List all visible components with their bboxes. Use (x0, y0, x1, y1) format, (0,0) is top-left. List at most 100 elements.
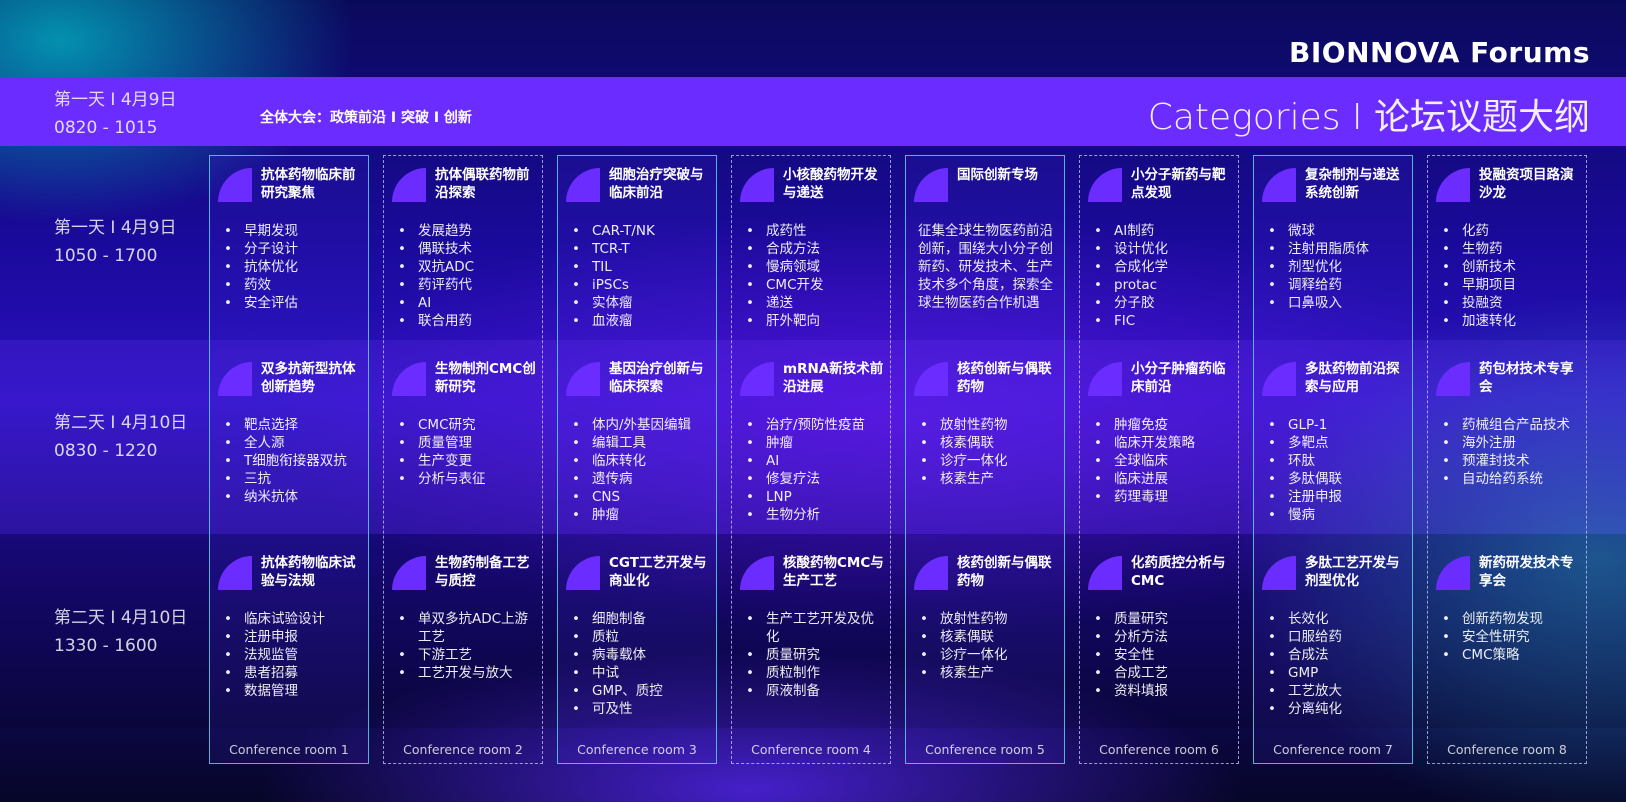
topic-item: 诊疗一体化 (914, 452, 1060, 470)
topic-item: 设计优化 (1088, 240, 1234, 258)
topic-list: CMC研究质量管理生产变更分析与表征 (392, 416, 538, 488)
topic-item: T细胞衔接器双抗 (218, 452, 364, 470)
row3-day: 第二天 I 4月10日 (54, 608, 188, 628)
quarter-circle-icon (740, 556, 774, 590)
session-cell: 抗体药物临床前研究聚焦早期发现分子设计抗体优化药效安全评估 (210, 156, 368, 350)
topic-item: 创新技术 (1436, 258, 1582, 276)
topic-list: 创新药物发现安全性研究CMC策略 (1436, 610, 1582, 664)
quarter-circle-icon (1088, 556, 1122, 590)
topic-item: 分离纯化 (1262, 700, 1408, 718)
plenary-day: 第一天 I 4月9日 (54, 90, 177, 110)
session-cell: 核酸药物CMC与生产工艺生产工艺开发及优化质量研究质粒制作原液制备 (732, 544, 890, 738)
quarter-circle-icon (914, 556, 948, 590)
topic-item: 生物分析 (740, 506, 886, 524)
topic-list: 细胞制备质粒病毒载体中试GMP、质控可及性 (566, 610, 712, 718)
row3-time: 1330 - 1600 (54, 636, 158, 656)
topic-item: 安全评估 (218, 294, 364, 312)
topic-item: 剂型优化 (1262, 258, 1408, 276)
session-header: 小分子新药与靶点发现 (1088, 166, 1234, 206)
topic-list: 药械组合产品技术海外注册预灌封技术自动给药系统 (1436, 416, 1582, 488)
topic-item: 海外注册 (1436, 434, 1582, 452)
topic-item: 调释给药 (1262, 276, 1408, 294)
session-cell: 国际创新专场 征集全球生物医药前沿创新，围绕大小分子创新药、研发技术、生产技术多个… (906, 156, 1064, 350)
topic-item: GMP、质控 (566, 682, 712, 700)
session-title: mRNA新技术前沿进展 (783, 361, 884, 395)
session-cell: 多肽药物前沿探索与应用 GLP-1多靶点环肽多肽偶联注册申报慢病 (1254, 350, 1412, 544)
session-cell: 多肽工艺开发与剂型优化长效化口服给药合成法GMP工艺放大分离纯化 (1254, 544, 1412, 738)
session-title: 生物药制备工艺与质控 (435, 555, 530, 589)
quarter-circle-icon (218, 362, 252, 396)
quarter-circle-icon (566, 556, 600, 590)
session-cell: 药包材技术专享会药械组合产品技术海外注册预灌封技术自动给药系统 (1428, 350, 1586, 544)
session-title: 化药质控分析与CMC (1131, 555, 1226, 589)
quarter-circle-icon (218, 168, 252, 202)
topic-item: 慢病 (1262, 506, 1408, 524)
session-cell: 投融资项目路演沙龙化药生物药创新技术早期项目投融资加速转化 (1428, 156, 1586, 350)
topic-item: 环肽 (1262, 452, 1408, 470)
column-room-1: 抗体药物临床前研究聚焦早期发现分子设计抗体优化药效安全评估双多抗新型抗体创新趋势… (209, 155, 369, 764)
topic-item: 临床转化 (566, 452, 712, 470)
topic-list: 体内/外基因编辑编辑工具临床转化遗传病CNS肿瘤 (566, 416, 712, 524)
topic-item: 临床试验设计 (218, 610, 364, 628)
topic-list: 质量研究分析方法安全性合成工艺资料填报 (1088, 610, 1234, 700)
quarter-circle-icon (566, 362, 600, 396)
topic-item: 全球临床 (1088, 452, 1234, 470)
session-header: mRNA新技术前沿进展 (740, 360, 886, 400)
topic-item: GMP (1262, 664, 1408, 682)
row1-day: 第一天 I 4月9日 (54, 218, 177, 238)
topic-item: 生物药 (1436, 240, 1582, 258)
topic-item: 放射性药物 (914, 416, 1060, 434)
quarter-circle-icon (392, 168, 426, 202)
session-title: 细胞治疗突破与临床前沿 (609, 167, 704, 201)
topic-item: 可及性 (566, 700, 712, 718)
session-cell: 核药创新与偶联药物放射性药物核素偶联诊疗一体化核素生产 (906, 350, 1064, 544)
topic-item: 质粒 (566, 628, 712, 646)
topic-item: 分析方法 (1088, 628, 1234, 646)
conference-room-label: Conference room 3 (577, 742, 697, 757)
topic-item: 偶联技术 (392, 240, 538, 258)
topic-item: 临床开发策略 (1088, 434, 1234, 452)
topic-item: 成药性 (740, 222, 886, 240)
topic-item: 联合用药 (392, 312, 538, 330)
topic-list: 靶点选择全人源T细胞衔接器双抗三抗纳米抗体 (218, 416, 364, 506)
session-title: 复杂制剂与递送系统创新 (1305, 167, 1400, 201)
topic-item: 资料填报 (1088, 682, 1234, 700)
topic-item: 纳米抗体 (218, 488, 364, 506)
topic-item: 药效 (218, 276, 364, 294)
conference-room-label: Conference room 5 (925, 742, 1045, 757)
topic-item: 编辑工具 (566, 434, 712, 452)
session-title: 小分子肿瘤药临床前沿 (1131, 361, 1226, 395)
topic-item: 遗传病 (566, 470, 712, 488)
topic-item: protac (1088, 276, 1234, 294)
topic-item: 质量研究 (740, 646, 886, 664)
quarter-circle-icon (566, 168, 600, 202)
topic-item: 合成工艺 (1088, 664, 1234, 682)
topic-list: 放射性药物核素偶联诊疗一体化核素生产 (914, 416, 1060, 488)
topic-item: 长效化 (1262, 610, 1408, 628)
quarter-circle-icon (914, 362, 948, 396)
topic-item: 单双多抗ADC上游工艺 (392, 610, 538, 646)
session-header: 投融资项目路演沙龙 (1436, 166, 1582, 206)
topic-item: 微球 (1262, 222, 1408, 240)
session-cell: 生物制剂CMC创新研究 CMC研究质量管理生产变更分析与表征 (384, 350, 542, 544)
quarter-circle-icon (1088, 168, 1122, 202)
session-header: 小分子肿瘤药临床前沿 (1088, 360, 1234, 400)
topic-item: CMC研究 (392, 416, 538, 434)
quarter-circle-icon (914, 168, 948, 202)
topic-item: 工艺开发与放大 (392, 664, 538, 682)
topic-list: 早期发现分子设计抗体优化药效安全评估 (218, 222, 364, 312)
quarter-circle-icon (218, 556, 252, 590)
row2-time: 0830 - 1220 (54, 441, 158, 461)
topic-list: 临床试验设计注册申报法规监管患者招募数据管理 (218, 610, 364, 700)
topic-item: 自动给药系统 (1436, 470, 1582, 488)
topic-item: CAR-T/NK (566, 222, 712, 240)
topic-item: 治疗/预防性疫苗 (740, 416, 886, 434)
topic-item: 工艺放大 (1262, 682, 1408, 700)
topic-item: 合成方法 (740, 240, 886, 258)
session-title: 小分子新药与靶点发现 (1131, 167, 1226, 201)
session-title: CGT工艺开发与商业化 (609, 555, 707, 589)
topic-item: 数据管理 (218, 682, 364, 700)
session-header: 多肽药物前沿探索与应用 (1262, 360, 1408, 400)
session-title: 核酸药物CMC与生产工艺 (783, 555, 884, 589)
topic-item: 临床进展 (1088, 470, 1234, 488)
